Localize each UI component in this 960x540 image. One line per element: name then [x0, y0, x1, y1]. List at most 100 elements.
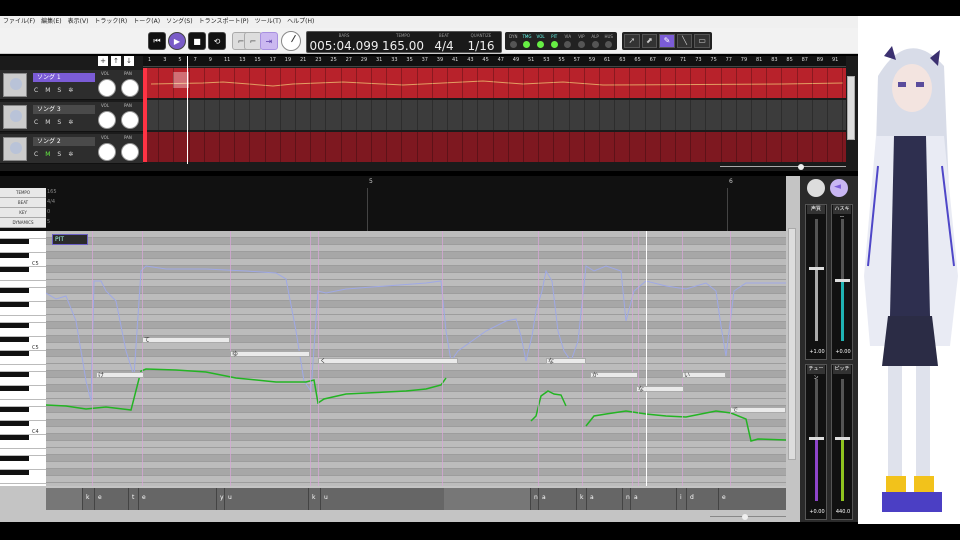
black-key[interactable]: [0, 435, 29, 440]
track-name[interactable]: ソング 1: [33, 73, 95, 82]
fader-handle[interactable]: [809, 267, 824, 270]
black-key[interactable]: [0, 386, 29, 391]
eraser-tool[interactable]: ▭: [694, 34, 710, 48]
track-name[interactable]: ソング 3: [33, 105, 95, 114]
phoneme-segment[interactable]: t: [128, 488, 138, 510]
mode-pit[interactable]: PIT: [549, 34, 560, 48]
fader-pitch[interactable]: ピッチ 440.0: [831, 364, 853, 520]
white-key[interactable]: [0, 364, 46, 365]
white-key[interactable]: [0, 483, 46, 484]
phoneme-segment[interactable]: a: [538, 488, 576, 510]
note-block[interactable]: く: [318, 358, 458, 365]
loop-button[interactable]: ⟲: [208, 32, 226, 50]
black-key[interactable]: [0, 288, 29, 293]
phoneme-segment[interactable]: e: [94, 488, 128, 510]
piano-keyboard[interactable]: C5 C5 C4: [0, 231, 46, 486]
black-key[interactable]: [0, 421, 29, 426]
pan-knob[interactable]: [121, 111, 139, 129]
pit-mode-indicator[interactable]: PIT: [52, 234, 88, 245]
track-vscroll[interactable]: [847, 76, 855, 140]
black-key[interactable]: [0, 372, 29, 377]
black-key[interactable]: [0, 456, 29, 461]
black-key[interactable]: [0, 323, 29, 328]
add-track-button[interactable]: +: [98, 56, 108, 66]
select-tool[interactable]: ⬈: [641, 34, 658, 48]
menu-file[interactable]: ファイル(F): [3, 16, 35, 28]
pan-knob[interactable]: [121, 79, 139, 97]
note-block[interactable]: け: [96, 372, 144, 379]
phoneme-segment[interactable]: n: [530, 488, 538, 510]
volume-knob[interactable]: [98, 79, 116, 97]
c-button[interactable]: C: [34, 119, 38, 126]
phoneme-segment[interactable]: e: [138, 488, 216, 510]
phoneme-segment[interactable]: k: [82, 488, 94, 510]
fader-voice-quality[interactable]: 声質 +1.00: [805, 204, 827, 360]
black-key[interactable]: [0, 253, 29, 258]
menu-song[interactable]: ソング(S): [166, 16, 193, 28]
phoneme-segment[interactable]: i: [676, 488, 686, 510]
white-key[interactable]: [0, 280, 46, 281]
auto-scroll-button[interactable]: ⇥: [260, 32, 278, 50]
fader-handle[interactable]: [809, 437, 824, 440]
note-block[interactable]: い: [682, 372, 726, 379]
phoneme-segment[interactable]: u: [320, 488, 444, 510]
phoneme-segment[interactable]: u: [224, 488, 308, 510]
voice-reset-button[interactable]: [807, 179, 825, 197]
phoneme-segment[interactable]: a: [630, 488, 676, 510]
solo-button[interactable]: S: [57, 119, 61, 126]
pan-knob[interactable]: [121, 143, 139, 161]
line-tool[interactable]: ╲: [676, 34, 693, 48]
phoneme-segment[interactable]: a: [586, 488, 622, 510]
phoneme-segment[interactable]: d: [686, 488, 718, 510]
track-header-1[interactable]: ソング 1 C M S ✲ VOL PAN: [0, 70, 143, 100]
mode-vip[interactable]: VIP: [576, 34, 587, 48]
phoneme-segment[interactable]: k: [308, 488, 320, 510]
menu-tools[interactable]: ツール(T): [255, 16, 281, 28]
metronome-dial[interactable]: [281, 31, 301, 51]
move-up-button[interactable]: ↑: [111, 56, 121, 66]
phoneme-segment[interactable]: y: [216, 488, 224, 510]
fader-handle[interactable]: [835, 437, 850, 440]
track-ruler[interactable]: 1 3 5 7 9 11 13 15 17 19 21 23 25 27 29 31 33 35 37 39 41 43 4…: [143, 56, 846, 67]
beat-value[interactable]: 4/4: [47, 199, 55, 205]
stop-button[interactable]: ■: [188, 32, 206, 50]
zoom-thumb[interactable]: [742, 514, 748, 520]
phoneme-segment[interactable]: k: [576, 488, 586, 510]
menu-help[interactable]: ヘルプ(H): [287, 16, 314, 28]
track-lane-2[interactable]: [143, 100, 846, 130]
menu-transport[interactable]: トランスポート(P): [199, 16, 249, 28]
track-name[interactable]: ソング 2: [33, 137, 95, 146]
black-key[interactable]: [0, 267, 29, 272]
phoneme-segment[interactable]: e: [718, 488, 786, 510]
mute-button[interactable]: M: [45, 119, 50, 126]
note-block[interactable]: て: [142, 337, 230, 344]
note-block[interactable]: で: [730, 407, 786, 414]
mode-alp[interactable]: ALP: [590, 34, 601, 48]
white-key[interactable]: [0, 315, 46, 316]
editor-zoom-slider[interactable]: [710, 514, 786, 520]
solo-button[interactable]: S: [57, 87, 61, 94]
mode-dyn[interactable]: DYN: [508, 34, 519, 48]
track-header-2[interactable]: ソング 3 C M S ✲ VOL PAN: [0, 102, 143, 132]
playhead[interactable]: [187, 56, 188, 164]
mute-button[interactable]: M: [45, 87, 50, 94]
note-block[interactable]: ゆ: [230, 351, 310, 358]
track-header-3[interactable]: ソング 2 C M S ✲ VOL PAN: [0, 134, 143, 164]
track-zoom-slider[interactable]: [720, 164, 846, 170]
settings-icon[interactable]: ✲: [68, 151, 73, 158]
dynamics-value[interactable]: 5: [47, 219, 50, 225]
black-key[interactable]: [0, 337, 29, 342]
note-block[interactable]: な: [546, 358, 586, 365]
quantize-readout[interactable]: 1/16: [461, 39, 501, 53]
mode-via[interactable]: VIA: [563, 34, 574, 48]
phoneme-bar[interactable]: keteyukunakanaide: [46, 488, 786, 510]
note-grid[interactable]: PIT けてゆくなかないで: [46, 231, 786, 486]
mode-hus[interactable]: HUS: [603, 34, 614, 48]
menu-view[interactable]: 表示(V): [68, 16, 89, 28]
c-button[interactable]: C: [34, 87, 38, 94]
solo-button[interactable]: S: [57, 151, 61, 158]
volume-knob[interactable]: [98, 143, 116, 161]
settings-icon[interactable]: ✲: [68, 87, 73, 94]
move-down-button[interactable]: ↓: [124, 56, 134, 66]
pointer-tool[interactable]: ➚: [624, 34, 640, 48]
